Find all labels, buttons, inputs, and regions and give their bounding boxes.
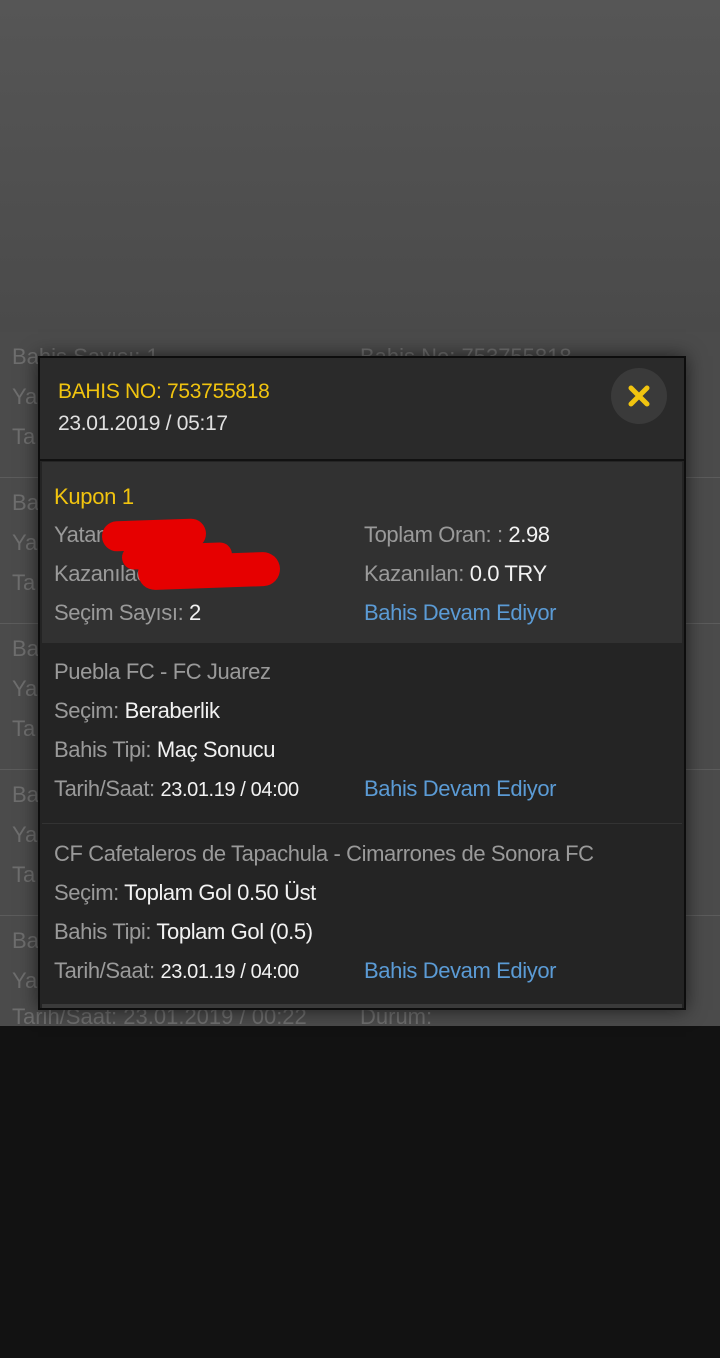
selection-count-row: Seçim Sayısı: 2	[54, 600, 201, 626]
choice-value: Beraberlik	[124, 698, 220, 723]
bet-number: BAHIS NO: 753755818	[58, 380, 270, 404]
coupon-title: Kupon 1	[54, 484, 134, 509]
date-row: Tarih/Saat: 23.01.19 / 04:00	[54, 958, 299, 984]
bet-type-row: Bahis Tipi: Maç Sonucu	[54, 737, 276, 763]
bet-number-value: 753755818	[167, 380, 270, 403]
choice-value: Toplam Gol 0.50 Üst	[124, 880, 316, 905]
total-odds-label: Toplam Oran: :	[364, 522, 503, 547]
background-text: Ya	[12, 822, 38, 847]
won-row: Kazanılan: 0.0 TRY	[364, 561, 547, 587]
background-text: Ta	[12, 424, 36, 449]
choice-label: Seçim:	[54, 698, 119, 723]
background-text: Ba	[12, 928, 39, 953]
close-button[interactable]	[611, 368, 667, 424]
selection-status: Bahis Devam Ediyor	[364, 958, 557, 983]
total-odds-row: Toplam Oran: : 2.98	[364, 522, 550, 548]
match-name: Puebla FC - FC Juarez	[54, 659, 271, 684]
dimmed-top-area[interactable]	[0, 0, 720, 332]
selection-status: Bahis Devam Ediyor	[364, 776, 557, 801]
background-text: Ya	[12, 676, 38, 701]
background-text: Ba	[12, 782, 39, 807]
match-name: CF Cafetaleros de Tapachula - Cimarrones…	[54, 841, 594, 866]
selection-item: Puebla FC - FC Juarez Seçim: Beraberlik …	[42, 643, 682, 824]
bet-date: 23.01.2019 / 05:17	[58, 412, 228, 435]
date-value: 23.01.19 / 04:00	[160, 779, 300, 801]
background-text: Ya	[12, 530, 38, 555]
background-text: Ta	[12, 862, 36, 887]
choice-row: Seçim: Beraberlik	[54, 698, 220, 724]
date-row: Tarih/Saat: 23.01.19 / 04:00	[54, 776, 299, 802]
date-label: Tarih/Saat:	[54, 958, 155, 983]
modal-footer-divider	[42, 1004, 682, 1008]
choice-label: Seçim:	[54, 880, 119, 905]
bet-detail-modal: BAHIS NO: 753755818 23.01.2019 / 05:17 K…	[38, 356, 686, 1010]
won-label: Kazanılan:	[364, 561, 464, 586]
selection-item: CF Cafetaleros de Tapachula - Cimarrones…	[42, 825, 682, 1006]
coupon-status: Bahis Devam Ediyor	[364, 600, 557, 625]
choice-row: Seçim: Toplam Gol 0.50 Üst	[54, 880, 316, 906]
dimmed-bottom-area[interactable]	[0, 1026, 720, 1358]
bet-type-label: Bahis Tipi:	[54, 737, 152, 762]
background-text: Ta	[12, 570, 36, 595]
redaction-mark	[137, 551, 281, 591]
background-text: Ya	[12, 384, 38, 409]
coupon-summary: Kupon 1 Yatan: 10 Kazanılacak: Toplam Or…	[42, 462, 682, 643]
total-odds-value: 2.98	[508, 522, 550, 547]
bet-type-label: Bahis Tipi:	[54, 919, 152, 944]
date-label: Tarih/Saat:	[54, 776, 155, 801]
bet-number-label: BAHIS NO:	[58, 380, 162, 403]
background-text: Ta	[12, 716, 36, 741]
bet-type-value: Toplam Gol (0.5)	[156, 919, 313, 944]
date-value: 23.01.19 / 04:00	[160, 961, 300, 983]
selection-count-value: 2	[189, 600, 201, 625]
modal-header: BAHIS NO: 753755818 23.01.2019 / 05:17	[40, 358, 684, 461]
won-value: 0.0 TRY	[469, 561, 548, 586]
close-x-icon	[628, 385, 650, 407]
background-text: Ba	[12, 490, 39, 515]
background-text: Ba	[12, 636, 39, 661]
selection-count-label: Seçim Sayısı:	[54, 600, 184, 625]
bet-type-row: Bahis Tipi: Toplam Gol (0.5)	[54, 919, 313, 945]
bet-type-value: Maç Sonucu	[156, 737, 276, 762]
background-text: Ya	[12, 968, 38, 993]
